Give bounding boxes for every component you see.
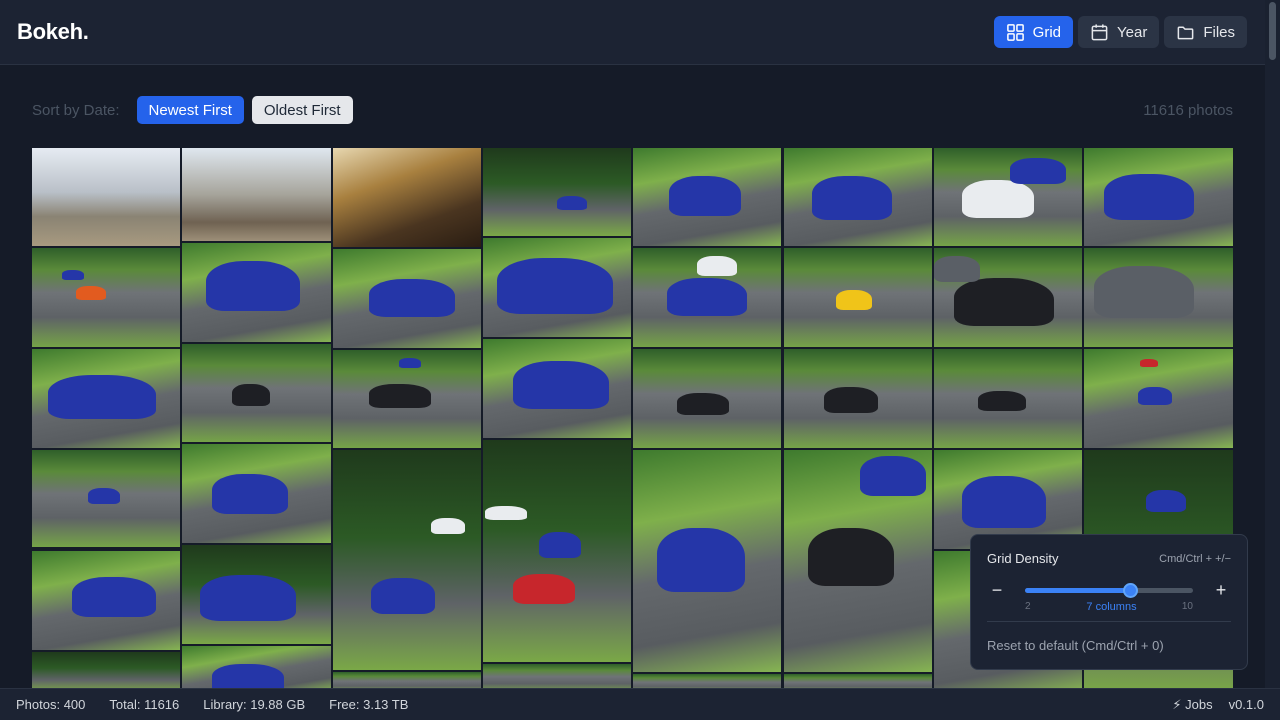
photo-count: 11616 photos bbox=[1143, 101, 1233, 119]
photo-thumbnail[interactable] bbox=[32, 248, 180, 347]
view-grid-label: Grid bbox=[1032, 23, 1062, 41]
sort-newest-button[interactable]: Newest First bbox=[136, 96, 244, 124]
view-files-button[interactable]: Files bbox=[1164, 16, 1247, 48]
status-bar: Photos: 400 Total: 11616 Library: 19.88 … bbox=[0, 688, 1280, 720]
photo-thumbnail[interactable] bbox=[32, 652, 180, 688]
scrollbar[interactable] bbox=[1265, 0, 1280, 688]
photo-thumbnail[interactable] bbox=[483, 339, 631, 438]
photo-thumbnail[interactable] bbox=[784, 674, 932, 688]
view-year-label: Year bbox=[1117, 23, 1148, 41]
view-files-label: Files bbox=[1203, 23, 1235, 41]
photo-thumbnail[interactable] bbox=[633, 450, 781, 672]
sort-label: Sort by Date: bbox=[32, 101, 120, 119]
photo-thumbnail[interactable] bbox=[784, 450, 932, 672]
density-slider[interactable] bbox=[1025, 580, 1193, 600]
density-slider-thumb[interactable] bbox=[1123, 583, 1138, 598]
grid-density-panel: Grid Density Cmd/Ctrl + +/− − + 2 7 colu… bbox=[970, 534, 1248, 670]
view-year-button[interactable]: Year bbox=[1078, 16, 1160, 48]
photo-thumbnail[interactable] bbox=[333, 672, 481, 688]
density-divider bbox=[987, 621, 1231, 622]
photo-thumbnail[interactable] bbox=[333, 350, 481, 448]
photo-thumbnail[interactable] bbox=[633, 349, 781, 448]
photo-thumbnail[interactable] bbox=[182, 444, 331, 543]
photo-thumbnail[interactable] bbox=[182, 243, 331, 342]
density-shortcut-hint: Cmd/Ctrl + +/− bbox=[1159, 552, 1231, 565]
photo-thumbnail[interactable] bbox=[934, 148, 1082, 246]
photo-thumbnail[interactable] bbox=[483, 664, 631, 688]
status-free-space: Free: 3.13 TB bbox=[329, 697, 409, 712]
app-version: v0.1.0 bbox=[1228, 697, 1264, 712]
photo-thumbnail[interactable] bbox=[784, 349, 932, 448]
photo-thumbnail[interactable] bbox=[182, 545, 331, 644]
photo-thumbnail[interactable] bbox=[182, 148, 331, 241]
photo-thumbnail[interactable] bbox=[182, 344, 331, 442]
photo-thumbnail[interactable] bbox=[32, 148, 180, 246]
density-scale: 2 7 columns 10 bbox=[1025, 601, 1193, 615]
grid-icon bbox=[1006, 23, 1024, 41]
photo-thumbnail[interactable] bbox=[483, 238, 631, 337]
photo-thumbnail[interactable] bbox=[633, 674, 781, 688]
density-current-label: 7 columns bbox=[1086, 601, 1137, 613]
density-decrease-button[interactable]: − bbox=[987, 580, 1007, 601]
photo-thumbnail[interactable] bbox=[1084, 248, 1233, 347]
density-min-label: 2 bbox=[1025, 601, 1031, 612]
view-switcher: Grid Year Files bbox=[993, 16, 1247, 48]
photo-thumbnail[interactable] bbox=[483, 148, 631, 236]
jobs-button[interactable]: ⚡ Jobs bbox=[1172, 697, 1212, 713]
density-increase-button[interactable]: + bbox=[1211, 580, 1231, 601]
density-slider-fill bbox=[1025, 588, 1130, 593]
photo-thumbnail[interactable] bbox=[333, 148, 481, 247]
photo-thumbnail[interactable] bbox=[1084, 148, 1233, 246]
photo-thumbnail[interactable] bbox=[182, 646, 331, 688]
view-grid-button[interactable]: Grid bbox=[993, 16, 1074, 48]
folder-icon bbox=[1177, 26, 1194, 39]
photo-thumbnail[interactable] bbox=[483, 440, 631, 662]
app-header: Bokeh. Grid Year Files bbox=[0, 0, 1265, 65]
photo-thumbnail[interactable] bbox=[934, 349, 1082, 448]
photo-thumbnail[interactable] bbox=[784, 148, 932, 246]
photo-thumbnail[interactable] bbox=[32, 551, 180, 650]
calendar-icon bbox=[1091, 23, 1108, 40]
status-total: Total: 11616 bbox=[109, 697, 180, 712]
app-logo: Bokeh. bbox=[17, 19, 89, 44]
photo-thumbnail[interactable] bbox=[633, 148, 781, 246]
photo-thumbnail[interactable] bbox=[333, 249, 481, 348]
photo-thumbnail[interactable] bbox=[633, 248, 781, 347]
density-title: Grid Density bbox=[987, 551, 1059, 566]
photo-thumbnail[interactable] bbox=[784, 248, 932, 347]
photo-thumbnail[interactable] bbox=[32, 349, 180, 448]
density-reset-button[interactable]: Reset to default (Cmd/Ctrl + 0) bbox=[987, 638, 1231, 653]
sort-oldest-button[interactable]: Oldest First bbox=[251, 96, 353, 124]
status-library-size: Library: 19.88 GB bbox=[203, 697, 306, 712]
photo-thumbnail[interactable] bbox=[333, 450, 481, 670]
photo-thumbnail[interactable] bbox=[1084, 349, 1233, 448]
status-photos: Photos: 400 bbox=[16, 697, 86, 712]
photo-thumbnail[interactable] bbox=[32, 450, 180, 547]
scrollbar-thumb[interactable] bbox=[1269, 2, 1276, 60]
density-max-label: 10 bbox=[1181, 601, 1193, 612]
sort-bar: Sort by Date: Newest First Oldest First … bbox=[32, 96, 1233, 124]
photo-thumbnail[interactable] bbox=[934, 248, 1082, 347]
